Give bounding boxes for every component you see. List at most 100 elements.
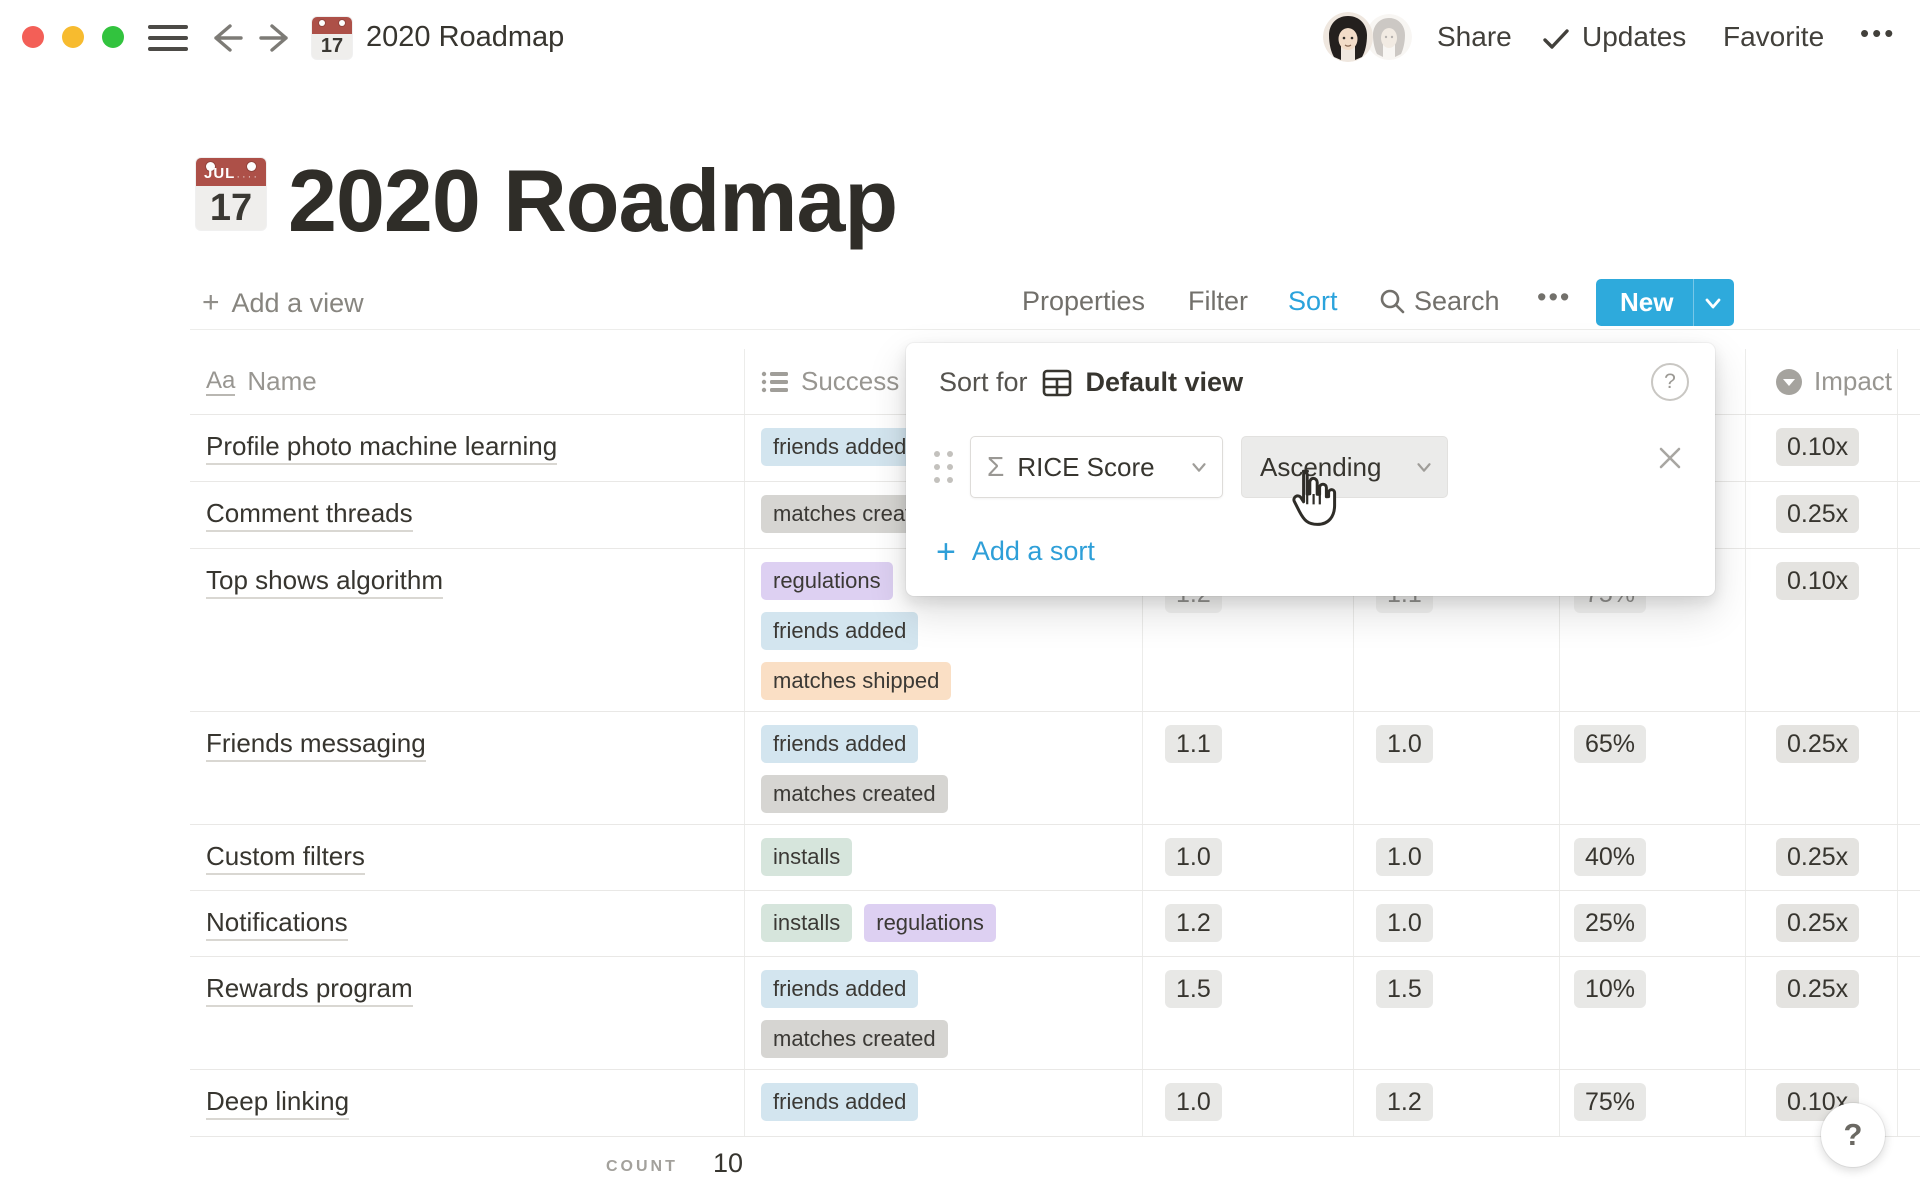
- remove-sort-icon[interactable]: [1655, 443, 1685, 473]
- page-title[interactable]: 2020 Roadmap: [288, 150, 897, 252]
- add-view-button[interactable]: +Add a view: [202, 286, 364, 320]
- row-filler: [1898, 415, 1920, 481]
- success-metrics-cell[interactable]: friends addedmatches created: [745, 957, 1143, 1069]
- value-chip: 40%: [1574, 838, 1646, 876]
- tag-friends-added: friends added: [761, 428, 918, 466]
- number-cell[interactable]: 1.0: [1354, 825, 1560, 890]
- avatar[interactable]: [1323, 12, 1373, 62]
- favorite-button[interactable]: Favorite: [1723, 21, 1824, 53]
- value-chip: 1.0: [1376, 904, 1433, 942]
- tag-matches-created: matches created: [761, 775, 948, 813]
- sort-button[interactable]: Sort: [1288, 286, 1338, 317]
- name-cell[interactable]: Top shows algorithm: [190, 549, 745, 711]
- name-cell[interactable]: Friends messaging: [190, 712, 745, 824]
- name-cell[interactable]: Comment threads: [190, 482, 745, 548]
- number-cell[interactable]: 25%: [1560, 891, 1746, 956]
- updates-button[interactable]: Updates: [1582, 21, 1686, 53]
- impact-cell[interactable]: 0.25x: [1746, 712, 1898, 824]
- page-link[interactable]: Rewards program: [206, 973, 413, 1007]
- drag-handle-icon[interactable]: [934, 451, 953, 483]
- number-cell[interactable]: 65%: [1560, 712, 1746, 824]
- number-cell[interactable]: 1.1: [1143, 712, 1354, 824]
- share-button[interactable]: Share: [1437, 21, 1512, 53]
- sort-property-dropdown[interactable]: Σ RICE Score: [970, 436, 1223, 498]
- impact-cell[interactable]: 0.25x: [1746, 825, 1898, 890]
- breadcrumb-page-icon: 17: [312, 17, 352, 59]
- sidebar-menu-icon[interactable]: [148, 25, 188, 52]
- number-cell[interactable]: 1.5: [1143, 957, 1354, 1069]
- count-label[interactable]: COUNT: [606, 1158, 678, 1176]
- number-cell[interactable]: 1.2: [1354, 1070, 1560, 1136]
- impact-select-chip: 0.10x: [1776, 562, 1859, 600]
- page-link[interactable]: Friends messaging: [206, 728, 426, 762]
- number-cell[interactable]: 40%: [1560, 825, 1746, 890]
- search-button[interactable]: Search: [1378, 286, 1500, 317]
- name-cell[interactable]: Deep linking: [190, 1070, 745, 1136]
- back-arrow-icon[interactable]: [208, 20, 244, 56]
- new-button[interactable]: New: [1596, 279, 1734, 326]
- properties-button[interactable]: Properties: [1022, 286, 1145, 317]
- table-row: Notifications installsregulations 1.2 1.0 25…: [190, 891, 1920, 957]
- view-more-options-icon[interactable]: •••: [1537, 282, 1571, 313]
- breadcrumb[interactable]: 2020 Roadmap: [366, 21, 564, 54]
- filter-button[interactable]: Filter: [1188, 286, 1248, 317]
- impact-select-chip: 0.25x: [1776, 970, 1859, 1008]
- add-sort-button[interactable]: + Add a sort: [936, 536, 1095, 567]
- number-cell[interactable]: 1.0: [1143, 1070, 1354, 1136]
- page-link[interactable]: Notifications: [206, 907, 348, 941]
- forward-arrow-icon[interactable]: [258, 20, 294, 56]
- column-header-impact[interactable]: Impact: [1746, 349, 1898, 414]
- success-metrics-cell[interactable]: friends added: [745, 1070, 1143, 1136]
- impact-cell[interactable]: 0.25x: [1746, 891, 1898, 956]
- number-cell[interactable]: 1.0: [1354, 712, 1560, 824]
- help-button[interactable]: ?: [1821, 1103, 1885, 1167]
- window-minimize-button[interactable]: [62, 26, 84, 48]
- number-cell[interactable]: 75%: [1560, 1070, 1746, 1136]
- value-chip: 1.0: [1376, 725, 1433, 763]
- name-cell[interactable]: Rewards program: [190, 957, 745, 1069]
- page-link[interactable]: Top shows algorithm: [206, 565, 443, 599]
- impact-cell[interactable]: 0.10x: [1746, 549, 1898, 711]
- success-metrics-cell[interactable]: friends addedmatches created: [745, 712, 1143, 824]
- count-value: 10: [713, 1148, 743, 1179]
- impact-cell[interactable]: 0.25x: [1746, 957, 1898, 1069]
- impact-cell[interactable]: 0.25x: [1746, 482, 1898, 548]
- column-header-name[interactable]: Aa Name: [190, 349, 745, 414]
- impact-cell[interactable]: 0.10x: [1746, 415, 1898, 481]
- chevron-down-icon: [1413, 456, 1435, 478]
- chevron-down-icon[interactable]: [1694, 291, 1733, 315]
- success-metrics-cell[interactable]: installs: [745, 825, 1143, 890]
- name-cell[interactable]: Custom filters: [190, 825, 745, 890]
- number-cell[interactable]: 1.0: [1143, 825, 1354, 890]
- table-row: Deep linkingfriends added1.01.275%0.10x: [190, 1070, 1920, 1137]
- number-cell[interactable]: 1.5: [1354, 957, 1560, 1069]
- window-zoom-button[interactable]: [102, 26, 124, 48]
- impact-select-chip: 0.25x: [1776, 725, 1859, 763]
- number-cell[interactable]: 10%: [1560, 957, 1746, 1069]
- name-cell[interactable]: Notifications: [190, 891, 745, 956]
- calendar-dots: ····: [236, 171, 259, 183]
- impact-select-chip: 0.10x: [1776, 428, 1859, 466]
- success-metrics-cell[interactable]: installsregulations: [745, 891, 1143, 956]
- impact-select-chip: 0.25x: [1776, 495, 1859, 533]
- name-cell[interactable]: Profile photo machine learning: [190, 415, 745, 481]
- page-link[interactable]: Profile photo machine learning: [206, 431, 557, 465]
- sort-for-label: Sort for: [939, 367, 1028, 398]
- page-link[interactable]: Comment threads: [206, 498, 413, 532]
- more-options-icon[interactable]: •••: [1860, 18, 1896, 49]
- number-cell[interactable]: 1.2: [1143, 891, 1354, 956]
- page-icon-calendar[interactable]: JUL ···· 17: [196, 158, 266, 230]
- page-link[interactable]: Custom filters: [206, 841, 365, 875]
- window-titlebar: 17 2020 Roadmap Share Updates Favorite •…: [0, 0, 1920, 76]
- impact-select-chip: 0.25x: [1776, 904, 1859, 942]
- row-filler: [1898, 891, 1920, 956]
- value-chip: 10%: [1574, 970, 1646, 1008]
- value-chip: 1.2: [1165, 904, 1222, 942]
- sort-direction-dropdown[interactable]: Ascending: [1241, 436, 1448, 498]
- tag-matches-created: matches created: [761, 1020, 948, 1058]
- page-link[interactable]: Deep linking: [206, 1086, 349, 1120]
- window-close-button[interactable]: [22, 26, 44, 48]
- table-row: Rewards program friends addedmatches crea…: [190, 957, 1920, 1070]
- sort-help-button[interactable]: ?: [1651, 363, 1689, 401]
- number-cell[interactable]: 1.0: [1354, 891, 1560, 956]
